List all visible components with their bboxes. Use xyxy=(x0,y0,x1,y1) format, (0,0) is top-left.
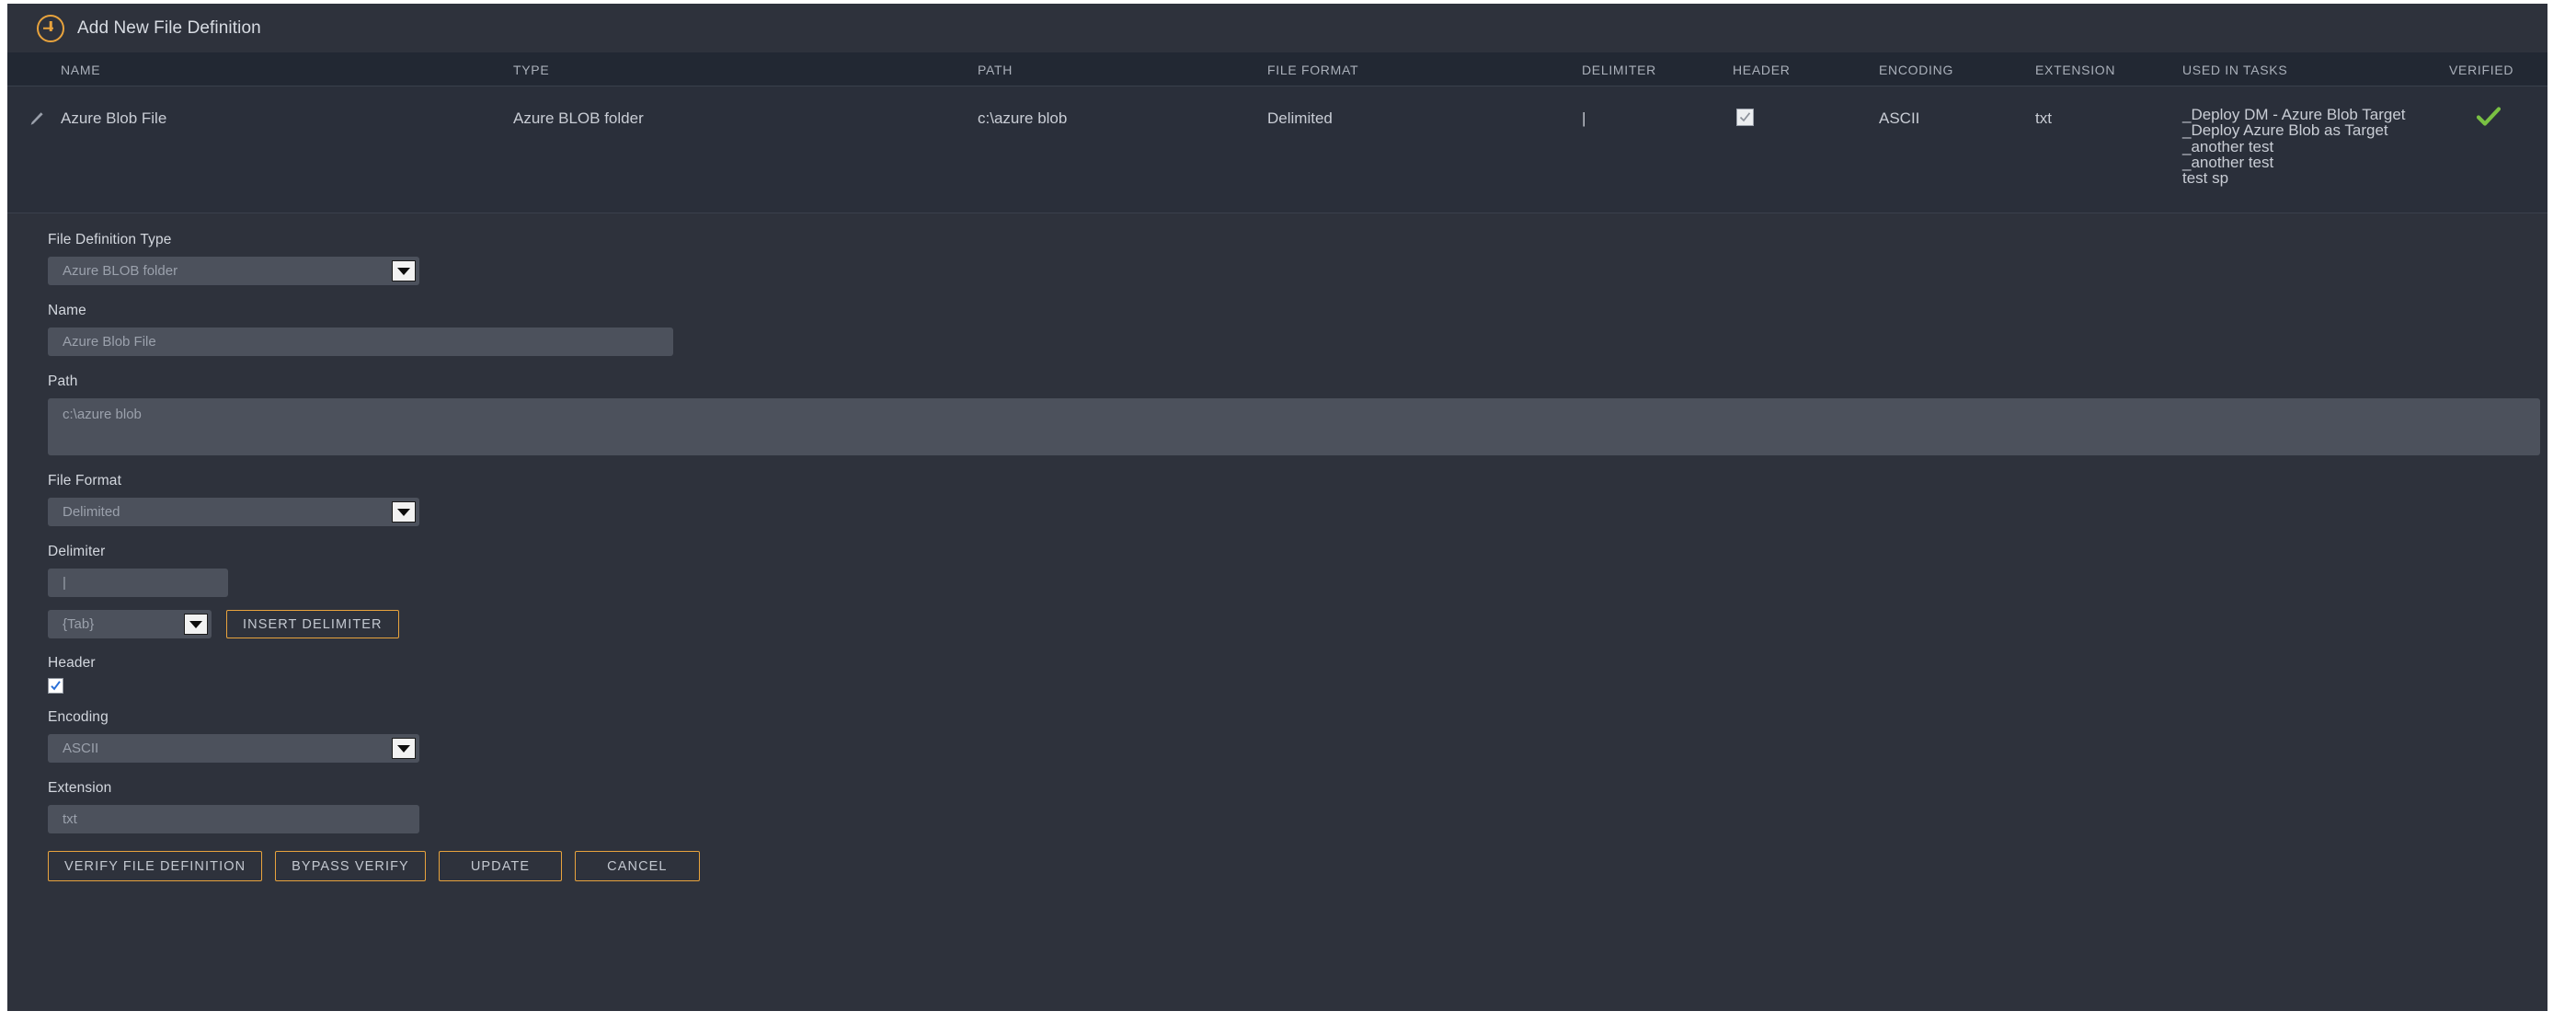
delimiter-preset-row: {Tab} INSERT DELIMITER xyxy=(48,610,2547,638)
encoding-value: ASCII xyxy=(63,741,99,756)
cell-file-format: Delimited xyxy=(1267,109,1333,127)
cell-type: Azure BLOB folder xyxy=(513,109,644,127)
chevron-down-icon[interactable] xyxy=(392,501,416,523)
task-item: _Deploy DM - Azure Blob Target xyxy=(2182,106,2406,123)
task-item: _another test xyxy=(2182,153,2274,171)
file-format-value: Delimited xyxy=(63,504,120,520)
field-name: Name Azure Blob File xyxy=(48,303,2547,356)
label-extension: Extension xyxy=(48,780,112,796)
insert-delimiter-button[interactable]: INSERT DELIMITER xyxy=(226,610,399,638)
task-item: _another test xyxy=(2182,137,2274,155)
label-delimiter: Delimiter xyxy=(48,544,106,559)
cell-path: c:\azure blob xyxy=(978,109,1068,127)
cell-used-in-tasks: _Deploy DM - Azure Blob Target _Deploy A… xyxy=(2182,107,2406,187)
add-new-file-definition-bar[interactable]: Add New File Definition xyxy=(7,4,2547,52)
column-header-path: PATH xyxy=(978,63,1013,77)
path-input[interactable]: c:\azure blob xyxy=(48,398,2540,455)
column-header-name: NAME xyxy=(61,63,101,77)
column-header-header: HEADER xyxy=(1733,63,1791,77)
verify-file-definition-button[interactable]: VERIFY FILE DEFINITION xyxy=(48,851,263,881)
column-header-delimiter: DELIMITER xyxy=(1582,63,1656,77)
cell-delimiter: | xyxy=(1582,109,1586,127)
name-value: Azure Blob File xyxy=(63,334,156,350)
plus-circle-icon xyxy=(37,14,64,42)
delimiter-input[interactable]: | xyxy=(48,569,228,597)
cancel-button[interactable]: CANCEL xyxy=(575,851,700,881)
column-header-encoding: ENCODING xyxy=(1879,63,1954,77)
label-encoding: Encoding xyxy=(48,709,109,725)
label-header: Header xyxy=(48,655,96,671)
extension-input[interactable]: txt xyxy=(48,805,419,833)
field-header: Header xyxy=(48,655,2547,694)
field-file-definition-type: File Definition Type Azure BLOB folder xyxy=(48,232,2547,285)
label-file-format: File Format xyxy=(48,473,122,488)
file-definition-type-value: Azure BLOB folder xyxy=(63,263,178,279)
name-input[interactable]: Azure Blob File xyxy=(48,327,673,356)
field-file-format: File Format Delimited xyxy=(48,473,2547,526)
delimiter-preset-value: {Tab} xyxy=(63,616,95,632)
task-item: _Deploy Azure Blob as Target xyxy=(2182,121,2388,140)
encoding-select[interactable]: ASCII xyxy=(48,734,419,763)
file-definition-form: File Definition Type Azure BLOB folder N… xyxy=(7,213,2547,833)
cell-name: Azure Blob File xyxy=(61,109,167,127)
form-actions: VERIFY FILE DEFINITION BYPASS VERIFY UPD… xyxy=(7,833,2547,881)
header-checkbox[interactable] xyxy=(48,678,63,694)
column-header-used-in-tasks: USED IN TASKS xyxy=(2182,63,2288,77)
file-definition-type-select[interactable]: Azure BLOB folder xyxy=(48,257,419,285)
bypass-verify-button[interactable]: BYPASS VERIFY xyxy=(275,851,426,881)
column-header-file-format: FILE FORMAT xyxy=(1267,63,1359,77)
field-extension: Extension txt xyxy=(48,780,2547,833)
file-format-select[interactable]: Delimited xyxy=(48,498,419,526)
table-row[interactable]: Azure Blob File Azure BLOB folder c:\azu… xyxy=(7,86,2547,213)
cell-extension: txt xyxy=(2035,109,2052,127)
add-new-file-definition-label: Add New File Definition xyxy=(77,17,261,38)
chevron-down-icon[interactable] xyxy=(392,260,416,281)
label-name: Name xyxy=(48,303,86,318)
column-header-type: TYPE xyxy=(513,63,550,77)
field-path: Path c:\azure blob xyxy=(48,373,2547,455)
definitions-table-header: NAME TYPE PATH FILE FORMAT DELIMITER HEA… xyxy=(7,52,2547,86)
label-path: Path xyxy=(48,373,78,389)
column-header-verified: VERIFIED xyxy=(2449,63,2514,77)
update-button[interactable]: UPDATE xyxy=(438,851,563,881)
field-encoding: Encoding ASCII xyxy=(48,709,2547,763)
delimiter-value: | xyxy=(63,575,66,591)
label-file-definition-type: File Definition Type xyxy=(48,232,172,247)
chevron-down-icon[interactable] xyxy=(392,738,416,759)
verified-check-icon xyxy=(2476,106,2502,132)
extension-value: txt xyxy=(63,811,77,827)
pencil-icon[interactable] xyxy=(28,110,45,128)
task-item: test sp xyxy=(2182,169,2229,188)
cell-header-checkbox xyxy=(1736,109,1754,126)
chevron-down-icon[interactable] xyxy=(184,614,208,635)
column-header-extension: EXTENSION xyxy=(2035,63,2116,77)
cell-encoding: ASCII xyxy=(1879,109,1920,127)
delimiter-preset-select[interactable]: {Tab} xyxy=(48,610,212,638)
file-definition-page: Add New File Definition NAME TYPE PATH F… xyxy=(7,4,2547,1011)
field-delimiter: Delimiter | xyxy=(48,544,2547,597)
